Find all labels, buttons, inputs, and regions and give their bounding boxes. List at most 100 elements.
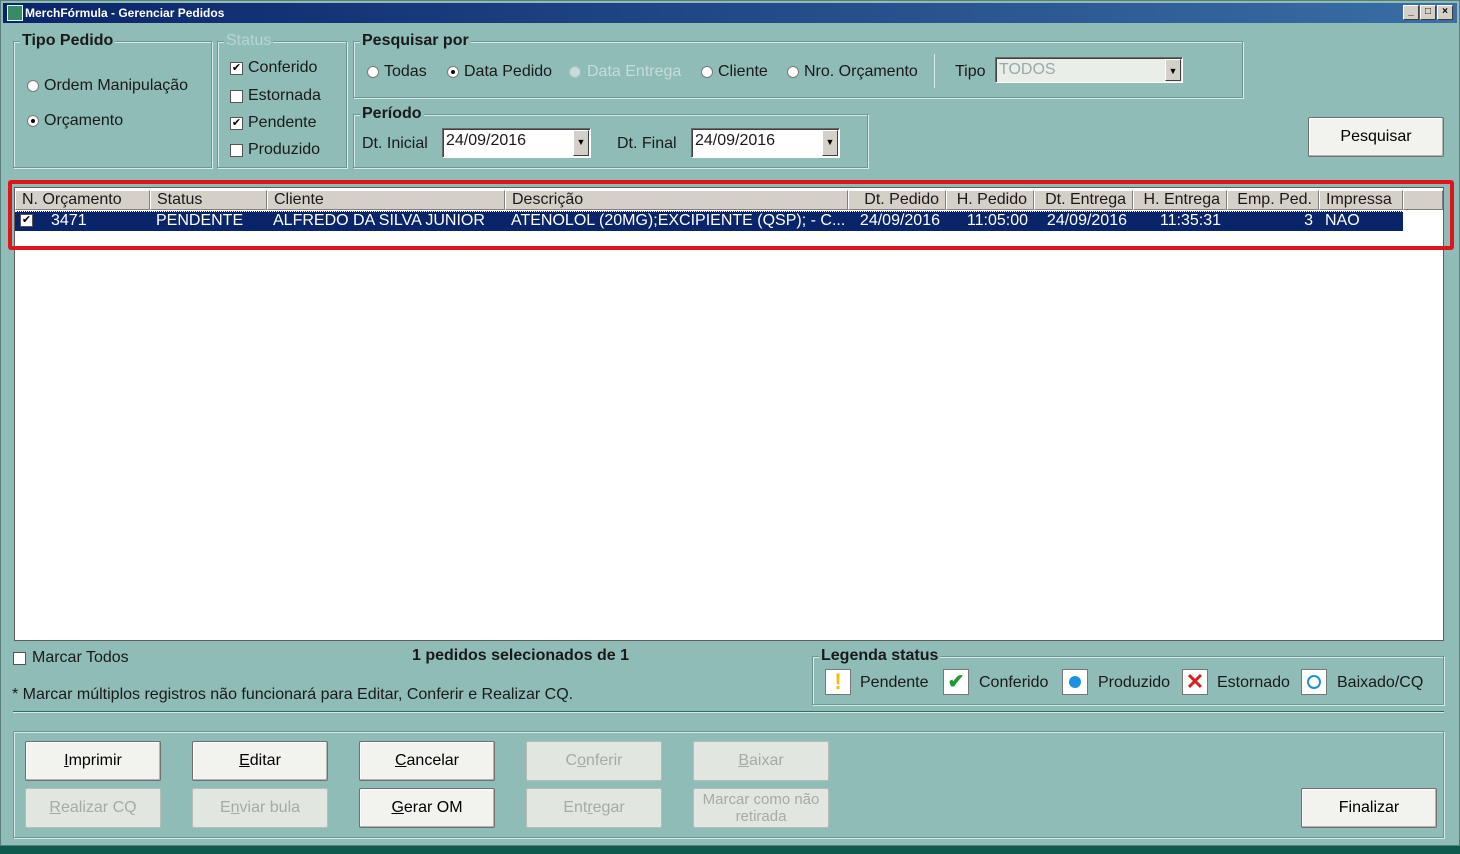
imprimir-button[interactable]: Imprimir — [25, 741, 161, 781]
conferir-label: nferir — [586, 752, 623, 769]
col-dt-entrega[interactable]: Dt. Entrega — [1034, 190, 1133, 210]
tipo-select[interactable]: TODOS ▼ — [995, 57, 1183, 83]
label-produzido[interactable]: Produzido — [248, 141, 320, 159]
label-cliente[interactable]: Cliente — [718, 63, 768, 81]
radio-nro-orcamento[interactable] — [787, 66, 799, 78]
tipo-value: TODOS — [999, 61, 1056, 78]
label-marcar-todos[interactable]: Marcar Todos — [32, 649, 129, 667]
cell-n-orcamento: 3471 — [51, 212, 87, 229]
radio-ordem-manipulacao[interactable] — [27, 80, 39, 92]
gerar-om-button[interactable]: Gerar OM — [359, 788, 495, 828]
col-dt-pedido[interactable]: Dt. Pedido — [848, 190, 946, 210]
gerar-om-label: erar OM — [403, 799, 463, 816]
label-pendente[interactable]: Pendente — [248, 114, 317, 132]
marcar-nao-retirada-line1: Marcar como não — [702, 791, 820, 808]
label-estornada[interactable]: Estornada — [248, 87, 321, 105]
separator — [13, 711, 1444, 713]
checkmark-icon: ✔ — [943, 669, 969, 695]
label-nro-orcamento[interactable]: Nro. Orçamento — [804, 63, 918, 81]
cell-h-pedido: 11:05:00 — [966, 212, 1028, 229]
checkbox-estornada[interactable] — [230, 90, 243, 103]
baixar-label: aixar — [748, 752, 784, 769]
selection-count: 1 pedidos selecionados de 1 — [412, 647, 629, 664]
entregar-pre: Ent — [563, 799, 588, 816]
label-todas[interactable]: Todas — [384, 63, 427, 81]
orders-grid[interactable]: N. Orçamento Status Cliente Descrição Dt… — [14, 187, 1444, 641]
label-dt-final: Dt. Final — [617, 135, 677, 152]
entregar-button: Entregar — [526, 788, 662, 828]
desktop-background-strip — [0, 846, 1460, 854]
cell-status: PENDENTE — [156, 212, 244, 229]
dt-final-picker[interactable]: 24/09/2016 ▼ — [691, 128, 840, 158]
enviar-bula-label: viar bula — [239, 799, 301, 816]
checkbox-pendente[interactable]: ✔ — [230, 117, 243, 130]
checkbox-marcar-todos[interactable] — [13, 652, 26, 665]
cancelar-button[interactable]: Cancelar — [359, 741, 495, 781]
dt-inicial-value: 24/09/2016 — [446, 132, 527, 149]
note-text: * Marcar múltiplos registros não funcion… — [12, 686, 574, 703]
blue-dot-icon — [1062, 669, 1088, 695]
pesquisar-button[interactable]: Pesquisar — [1308, 117, 1444, 157]
exclamation-icon: ! — [825, 669, 851, 695]
dt-inicial-picker[interactable]: 24/09/2016 ▼ — [442, 128, 591, 158]
editar-accel: E — [239, 752, 250, 769]
enviar-bula-pre: E — [219, 799, 231, 816]
label-orcamento[interactable]: Orçamento — [44, 112, 123, 130]
realizar-cq-accel: R — [49, 799, 61, 816]
tipo-pedido-group: Tipo Pedido Ordem Manipulação Orçamento — [13, 32, 212, 168]
label-conferido[interactable]: Conferido — [248, 59, 317, 77]
col-descricao[interactable]: Descrição — [505, 190, 848, 210]
marcar-nao-retirada-line2: retirada — [735, 808, 787, 825]
legend-label-produzido: Produzido — [1098, 674, 1171, 691]
table-row[interactable]: ✔ 3471 PENDENTE ALFREDO DA SILVA JUNIOR … — [15, 211, 1403, 231]
minimize-button[interactable]: _ — [1403, 5, 1419, 20]
status-title: Status — [224, 32, 274, 50]
col-impressa[interactable]: Impressa — [1319, 190, 1403, 210]
cell-dt-pedido: 24/09/2016 — [859, 212, 940, 229]
finalizar-button[interactable]: Finalizar — [1301, 788, 1437, 828]
label-data-pedido[interactable]: Data Pedido — [464, 63, 552, 81]
cell-emp-ped: 3 — [1304, 212, 1313, 229]
col-cliente[interactable]: Cliente — [267, 190, 505, 210]
enviar-bula-accel: n — [230, 799, 240, 816]
title-bar: MerchFórmula - Gerenciar Pedidos _ □ × — [3, 3, 1457, 23]
checkbox-produzido[interactable] — [230, 144, 243, 157]
chevron-down-icon[interactable]: ▼ — [573, 130, 589, 156]
row-checkbox[interactable]: ✔ — [20, 214, 33, 227]
label-ordem-manipulacao[interactable]: Ordem Manipulação — [44, 77, 188, 95]
cell-h-entrega: 11:35:31 — [1159, 212, 1221, 229]
status-group: Status ✔ Conferido Estornada ✔ Pendente … — [217, 32, 347, 168]
maximize-button[interactable]: □ — [1420, 5, 1436, 20]
marcar-nao-retirada-button: Marcar como não retirada — [693, 788, 829, 828]
tipo-pedido-title: Tipo Pedido — [20, 32, 116, 50]
chevron-down-icon[interactable]: ▼ — [822, 130, 838, 156]
col-h-entrega[interactable]: H. Entrega — [1133, 190, 1227, 210]
window-title: MerchFórmula - Gerenciar Pedidos — [25, 6, 225, 20]
col-status[interactable]: Status — [150, 190, 267, 210]
entregar-label: egar — [592, 799, 625, 816]
close-button[interactable]: × — [1437, 5, 1453, 20]
imprimir-label: mprimir — [68, 752, 122, 769]
pesquisar-por-group: Pesquisar por Todas Data Pedido Data Ent… — [353, 32, 1243, 98]
radio-todas[interactable] — [367, 66, 379, 78]
main-window: MerchFórmula - Gerenciar Pedidos _ □ × T… — [0, 0, 1460, 846]
col-n-orcamento[interactable]: N. Orçamento — [15, 190, 150, 210]
col-filler — [1403, 190, 1443, 210]
legend-label-estornado: Estornado — [1217, 674, 1290, 691]
conferir-button: Conferir — [526, 741, 662, 781]
chevron-down-icon[interactable]: ▼ — [1165, 59, 1181, 81]
radio-orcamento[interactable] — [27, 115, 39, 127]
col-emp-ped[interactable]: Emp. Ped. — [1227, 190, 1319, 210]
cancelar-label: ancelar — [406, 752, 460, 769]
radio-data-pedido[interactable] — [447, 66, 459, 78]
cell-impressa: NAO — [1325, 212, 1360, 229]
grid-header: N. Orçamento Status Cliente Descrição Dt… — [15, 190, 1443, 210]
periodo-group: Período Dt. Inicial 24/09/2016 ▼ Dt. Fin… — [353, 105, 868, 168]
baixar-accel: B — [738, 752, 749, 769]
label-tipo: Tipo — [955, 63, 986, 80]
checkbox-conferido[interactable]: ✔ — [230, 62, 243, 75]
editar-button[interactable]: Editar — [192, 741, 328, 781]
col-h-pedido[interactable]: H. Pedido — [946, 190, 1034, 210]
radio-data-entrega — [569, 66, 581, 78]
radio-cliente[interactable] — [701, 66, 713, 78]
